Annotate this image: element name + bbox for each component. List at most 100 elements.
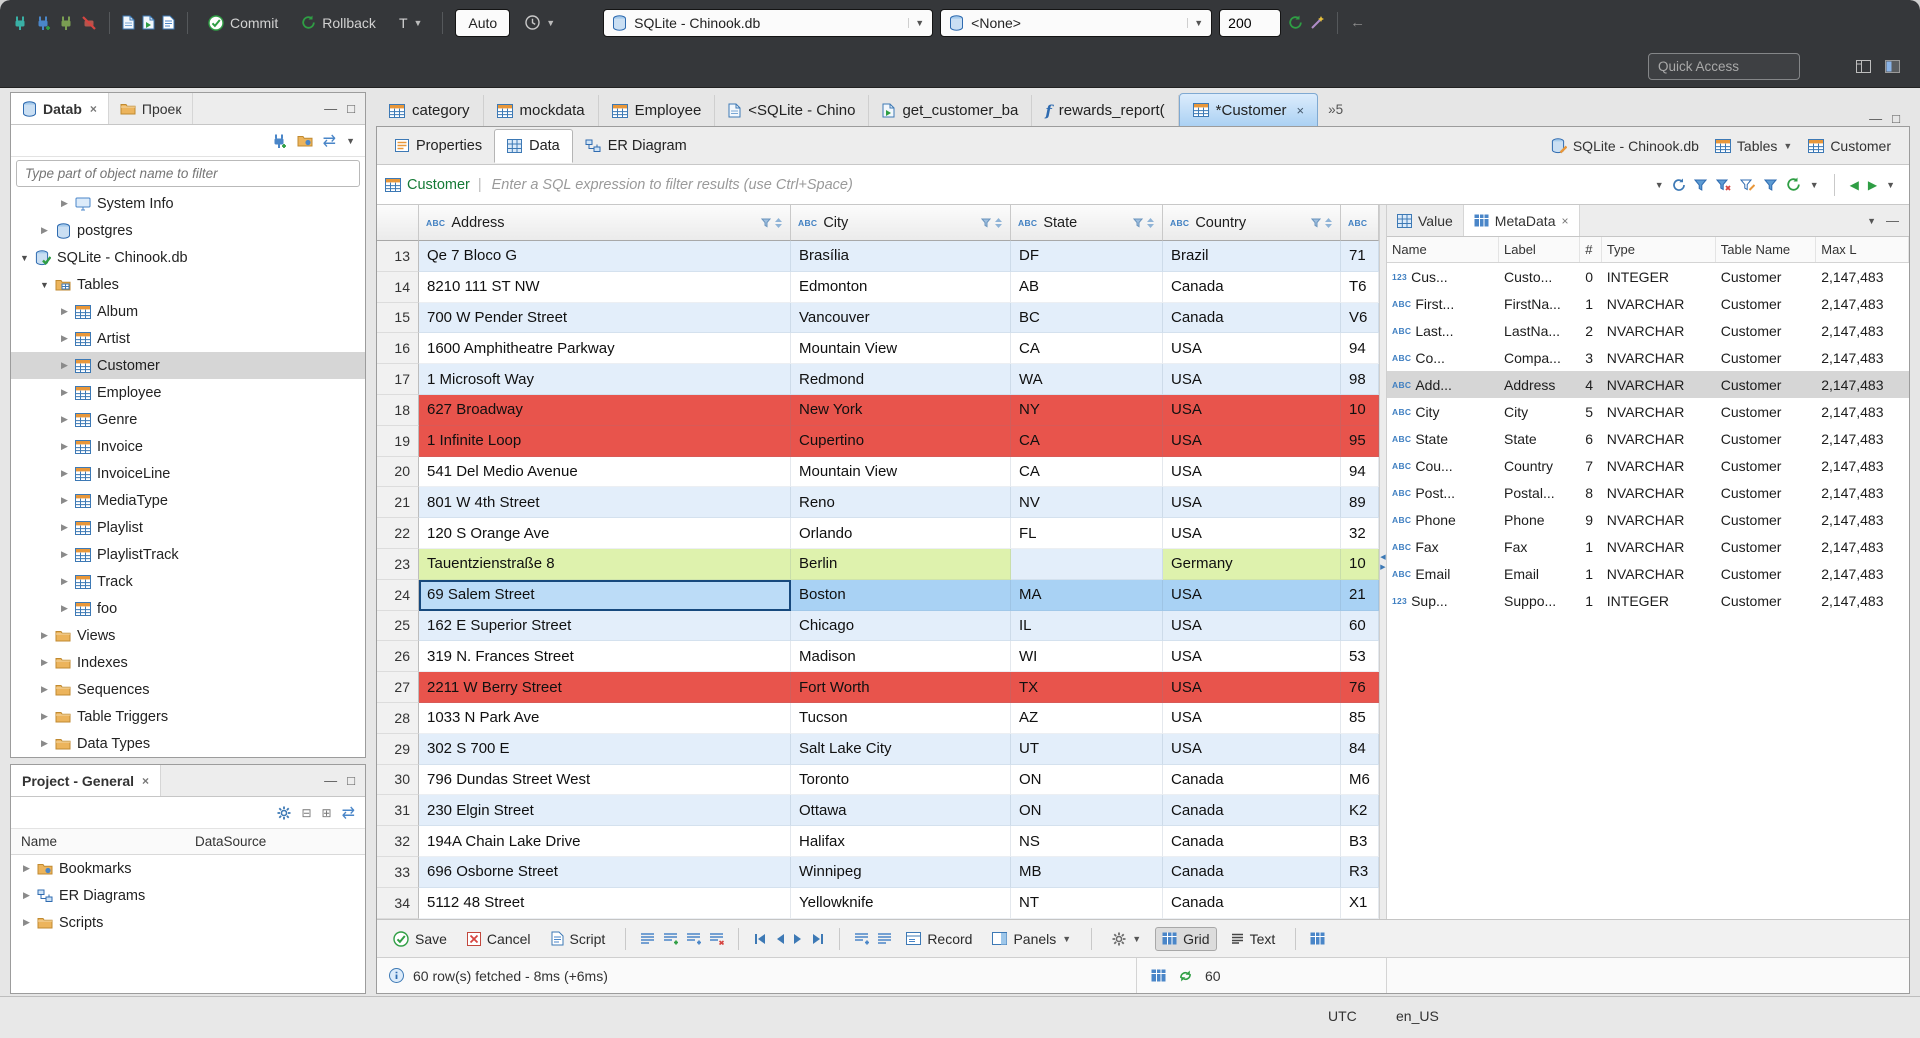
metadata-row-state[interactable]: ABC State State 6 NVARCHAR Customer 2,147,483 [1387,425,1909,452]
new-connection-icon[interactable] [271,133,287,149]
grid-cell-city[interactable]: Boston [791,579,1011,611]
duplicate-row-icon[interactable] [686,932,702,945]
grid-cell-country[interactable]: Brazil [1163,241,1341,272]
filter-icon[interactable] [981,218,991,228]
grid-cell-city[interactable]: Mountain View [791,456,1011,488]
grid-cell-address[interactable]: 1 Microsoft Way [419,364,791,395]
column-header-postal[interactable]: ABC [1341,205,1379,241]
cancel-button[interactable]: Cancel [461,928,537,950]
chevron-right-icon[interactable]: ▶ [57,441,72,452]
text-view-toggle[interactable]: Text [1225,928,1282,950]
grid-cell-address[interactable]: 801 W 4th Street [419,487,791,519]
chevron-right-icon[interactable]: ▶ [57,576,72,587]
grid-cell-state[interactable]: AB [1011,271,1163,303]
tree-item-artist[interactable]: ▶ Artist [11,325,365,352]
grid-cell-city[interactable]: Vancouver [791,302,1011,334]
tree-item-sqlite-chinook-db[interactable]: ▼ SQLite - Chinook.db [11,244,365,271]
metadata-row-fax[interactable]: ABC Fax Fax 1 NVARCHAR Customer 2,147,483 [1387,533,1909,560]
maximize-icon[interactable]: □ [1892,111,1900,126]
maximize-icon[interactable]: □ [347,773,355,788]
grid-cell-country[interactable]: USA [1163,579,1341,611]
grid-cell-postal[interactable]: 89 [1341,487,1379,519]
grid-cell-postal[interactable]: 94 [1341,456,1379,488]
metadata-column-label[interactable]: Label [1499,237,1581,262]
row-number[interactable]: 14 [377,271,419,303]
row-number[interactable]: 13 [377,241,419,272]
grid-cell-address[interactable]: 696 Osborne Street [419,856,791,888]
fetch-size-input[interactable] [1219,8,1282,37]
grid-cell-country[interactable]: Canada [1163,764,1341,796]
next-row-icon[interactable] [793,933,803,945]
rollback-button[interactable]: Rollback [293,12,384,34]
transaction-log-button[interactable]: ▼ [517,12,563,33]
apply-filter-icon[interactable] [1672,178,1686,192]
grid-cell-state[interactable]: CA [1011,333,1163,365]
row-number[interactable]: 34 [377,887,419,919]
grid-cell-state[interactable]: NS [1011,826,1163,857]
open-sql-script-icon[interactable] [162,15,175,30]
grid-cell-address[interactable]: 319 N. Frances Street [419,641,791,673]
grid-cell-address[interactable]: 5112 48 Street [419,887,791,919]
grid-cell-country[interactable]: Germany [1163,548,1341,580]
chevron-right-icon[interactable]: ▶ [37,711,52,722]
tab-projects[interactable]: Проек [109,93,194,124]
grid-cell-state[interactable]: NY [1011,394,1163,426]
row-number[interactable]: 20 [377,456,419,488]
row-number[interactable]: 26 [377,641,419,673]
context-container-select[interactable]: Tables ▼ [1714,138,1792,154]
chevron-right-icon[interactable]: ▶ [57,495,72,506]
new-sql-editor-icon[interactable] [142,15,155,30]
tree-item-foo[interactable]: ▶ foo [11,595,365,622]
fetch-all-rows-icon[interactable] [877,932,892,945]
tab-database-navigator[interactable]: Datab × [11,93,109,124]
editor-tab-customer[interactable]: *Customer × [1178,93,1319,126]
grid-cell-state[interactable]: BC [1011,302,1163,334]
grid-cell-state[interactable]: AZ [1011,702,1163,734]
back-icon[interactable]: ← [1350,14,1365,31]
grid-cell-postal[interactable]: K2 [1341,795,1379,827]
tree-item-table-triggers[interactable]: ▶ Table Triggers [11,703,365,730]
chevron-right-icon[interactable]: ▶ [37,630,52,641]
row-number[interactable]: 28 [377,702,419,734]
grid-cell-address[interactable]: 700 W Pender Street [419,302,791,334]
chevron-right-icon[interactable]: ▶ [19,863,34,874]
new-connection-icon[interactable] [12,15,28,31]
grid-cell-state[interactable]: WI [1011,641,1163,673]
metadata-row-compa[interactable]: ABC Co... Compa... 3 NVARCHAR Customer 2,147,4… [1387,344,1909,371]
project-item-bookmarks[interactable]: ▶ Bookmarks [11,855,365,882]
grid-cell-postal[interactable]: R3 [1341,856,1379,888]
filter-expression-input[interactable]: Enter a SQL expression to filter results… [492,177,1655,193]
close-icon[interactable]: × [1297,103,1305,118]
column-header-city[interactable]: ABC City [791,205,1011,241]
column-header-state[interactable]: ABC State [1011,205,1163,241]
close-icon[interactable]: × [1561,214,1568,228]
grid-cell-address[interactable]: 8210 111 ST NW [419,271,791,303]
grid-cell-city[interactable]: Salt Lake City [791,733,1011,765]
grid-cell-country[interactable]: USA [1163,733,1341,765]
chevron-right-icon[interactable]: ▶ [57,468,72,479]
minimize-icon[interactable]: — [1886,213,1899,228]
editor-tab-get-customer-ba[interactable]: get_customer_ba [869,95,1033,126]
metadata-row-postal[interactable]: ABC Post... Postal... 8 NVARCHAR Customer 2,14… [1387,479,1909,506]
chevron-right-icon[interactable]: ▶ [57,549,72,560]
grid-cell-postal[interactable]: X1 [1341,887,1379,919]
grid-cell-postal[interactable]: 76 [1341,672,1379,703]
grid-cell-state[interactable]: ON [1011,764,1163,796]
grid-cell-state[interactable]: ON [1011,795,1163,827]
row-number[interactable]: 30 [377,764,419,796]
tree-item-mediatype[interactable]: ▶ MediaType [11,487,365,514]
tree-item-playlisttrack[interactable]: ▶ PlaylistTrack [11,541,365,568]
tree-item-postgres[interactable]: ▶ postgres [11,217,365,244]
quick-access-input[interactable] [1648,52,1800,80]
auto-refresh-icon[interactable] [1178,969,1193,983]
tab-data[interactable]: Data [494,129,573,163]
grid-cell-address[interactable]: 1033 N Park Ave [419,702,791,734]
custom-filter-icon[interactable] [1763,179,1777,191]
editor-tab-rewards-report[interactable]: f rewards_report( [1032,95,1179,126]
navigation-menu-icon[interactable]: ▼ [1886,180,1895,190]
timezone-indicator[interactable]: UTC [1328,1008,1357,1024]
grid-cell-address[interactable]: 162 E Superior Street [419,610,791,642]
grid-cell-address[interactable]: 1 Infinite Loop [419,425,791,457]
grid-cell-city[interactable]: Redmond [791,364,1011,395]
metadata-column-num[interactable]: # [1580,237,1602,262]
